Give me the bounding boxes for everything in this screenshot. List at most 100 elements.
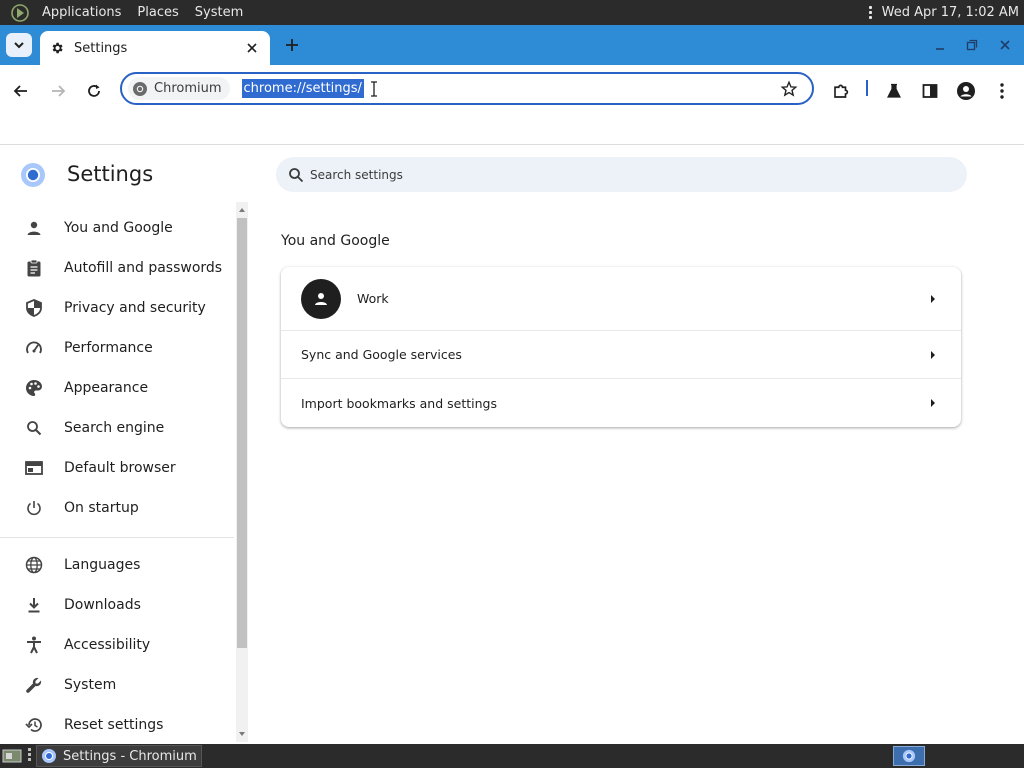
- sidebar-item-label: Search engine: [64, 420, 165, 436]
- tab-search-button[interactable]: [6, 33, 32, 57]
- extensions-button[interactable]: [828, 78, 854, 104]
- sidebar-item-you-and-google[interactable]: You and Google: [0, 208, 234, 248]
- reload-button[interactable]: [81, 78, 107, 104]
- gear-icon: [52, 42, 63, 54]
- panel-handle-icon: [866, 6, 876, 19]
- taskbar-handle-icon: [28, 748, 32, 764]
- sidebar-item-label: On startup: [64, 500, 139, 516]
- site-info-chip[interactable]: Chromium: [128, 77, 230, 100]
- person-icon: [24, 218, 44, 238]
- address-bar[interactable]: Chromium chrome://settings/: [120, 72, 814, 105]
- site-chip-label: Chromium: [154, 81, 222, 96]
- page-title: Settings: [67, 162, 154, 186]
- workspace-switcher[interactable]: [893, 746, 925, 766]
- sidebar-item-appearance[interactable]: Appearance: [0, 368, 234, 408]
- settings-sidebar: You and Google Autofill and passwords Pr…: [0, 204, 250, 744]
- download-icon: [24, 595, 44, 615]
- minimize-icon: [936, 48, 944, 50]
- arrow-right-icon: [931, 350, 935, 359]
- restore-icon: [966, 39, 978, 51]
- bookmark-star-icon[interactable]: [780, 80, 798, 98]
- toolbar-separator: [866, 80, 868, 96]
- chromium-logo-icon: [21, 163, 45, 187]
- scroll-up-arrow-icon[interactable]: [238, 206, 246, 214]
- close-icon: [247, 43, 257, 53]
- clipboard-icon: [24, 258, 44, 278]
- minimize-button[interactable]: [930, 35, 950, 55]
- chromium-logo-icon: [133, 81, 147, 96]
- row-label: Sync and Google services: [301, 347, 462, 362]
- restore-button[interactable]: [962, 35, 982, 55]
- clock[interactable]: Wed Apr 17, 1:02 AM: [882, 5, 1019, 20]
- taskbar-window-title: Settings - Chromium: [63, 748, 197, 764]
- taskbar-window-button[interactable]: Settings - Chromium: [36, 745, 202, 767]
- new-tab-button[interactable]: [282, 35, 302, 55]
- back-button[interactable]: [8, 78, 34, 104]
- settings-page: Settings Search settings You and Google …: [0, 146, 1024, 744]
- distro-logo-icon[interactable]: [10, 3, 30, 23]
- tab-title: Settings: [74, 40, 128, 56]
- more-vert-icon: [1000, 83, 1004, 99]
- labs-button[interactable]: [881, 78, 907, 104]
- sync-services-row[interactable]: Sync and Google services: [281, 331, 961, 379]
- system-top-panel: Applications Places System Wed Apr 17, 1…: [0, 0, 1024, 25]
- sidebar-item-search-engine[interactable]: Search engine: [0, 408, 234, 448]
- search-settings-input[interactable]: Search settings: [276, 157, 967, 192]
- scrollbar-thumb[interactable]: [237, 218, 247, 648]
- sidebar-item-default-browser[interactable]: Default browser: [0, 448, 234, 488]
- search-icon: [289, 167, 304, 182]
- sidebar-item-downloads[interactable]: Downloads: [0, 585, 234, 625]
- sidebar-item-on-startup[interactable]: On startup: [0, 488, 234, 528]
- sidebar-item-languages[interactable]: Languages: [0, 545, 234, 585]
- arrow-right-icon: [931, 294, 935, 303]
- section-title: You and Google: [281, 233, 390, 249]
- url-text[interactable]: chrome://settings/: [241, 79, 364, 98]
- show-desktop-icon[interactable]: [2, 748, 22, 764]
- scroll-down-arrow-icon[interactable]: [238, 730, 246, 738]
- profile-name: Work: [357, 291, 389, 306]
- import-bookmarks-row[interactable]: Import bookmarks and settings: [281, 379, 961, 427]
- sidebar-divider: [0, 537, 234, 538]
- arrow-right-icon: [52, 85, 66, 97]
- forward-button[interactable]: [45, 78, 71, 104]
- places-menu[interactable]: Places: [129, 0, 186, 25]
- side-panel-button[interactable]: [917, 78, 943, 104]
- sidebar-item-label: Downloads: [64, 597, 141, 613]
- tab-close-button[interactable]: [244, 40, 260, 56]
- sidebar-scrollbar[interactable]: [236, 202, 248, 742]
- profile-row[interactable]: Work: [281, 267, 961, 331]
- sidebar-item-label: You and Google: [64, 220, 173, 236]
- sidebar-item-system[interactable]: System: [0, 665, 234, 705]
- wrench-icon: [24, 675, 44, 695]
- close-window-button[interactable]: [995, 35, 1015, 55]
- applications-menu[interactable]: Applications: [34, 0, 129, 25]
- profile-button[interactable]: [953, 78, 979, 104]
- sidebar-item-label: Privacy and security: [64, 300, 206, 316]
- browser-window-icon: [24, 458, 44, 478]
- speedometer-icon: [24, 338, 44, 358]
- side-panel-icon: [922, 84, 938, 98]
- person-icon: [315, 293, 327, 305]
- system-menu[interactable]: System: [187, 0, 251, 25]
- search-placeholder: Search settings: [310, 167, 403, 182]
- sidebar-item-accessibility[interactable]: Accessibility: [0, 625, 234, 665]
- palette-icon: [24, 378, 44, 398]
- sidebar-item-label: Performance: [64, 340, 153, 356]
- sidebar-item-autofill[interactable]: Autofill and passwords: [0, 248, 234, 288]
- account-circle-icon: [957, 82, 975, 100]
- text-cursor-icon: [370, 80, 377, 97]
- sidebar-item-label: Languages: [64, 557, 141, 573]
- sidebar-item-performance[interactable]: Performance: [0, 328, 234, 368]
- puzzle-icon: [834, 84, 849, 98]
- power-icon: [24, 498, 44, 518]
- avatar: [301, 279, 341, 319]
- menu-button[interactable]: [989, 78, 1015, 104]
- accessibility-icon: [24, 635, 44, 655]
- sidebar-item-reset-settings[interactable]: Reset settings: [0, 705, 234, 745]
- chromium-logo-icon: [42, 749, 56, 763]
- sidebar-item-privacy[interactable]: Privacy and security: [0, 288, 234, 328]
- history-icon: [24, 715, 44, 735]
- tab-settings[interactable]: Settings: [40, 31, 270, 65]
- browser-toolbar: Chromium chrome://settings/: [0, 65, 1024, 145]
- tab-strip: Settings: [0, 25, 1024, 65]
